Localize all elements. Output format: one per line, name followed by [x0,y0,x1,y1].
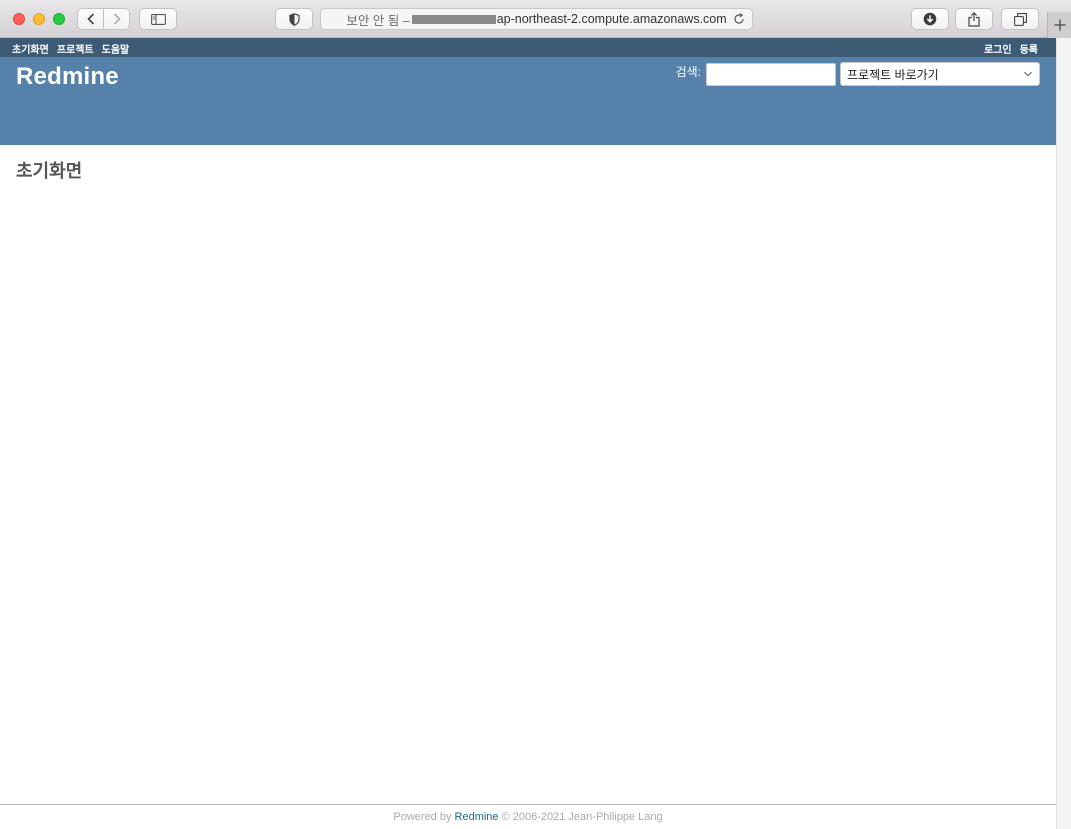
new-tab-button[interactable] [1047,12,1071,38]
history-nav-group [77,8,130,30]
url-host: ap-northeast-2.compute.amazonaws.com [496,12,727,26]
tabs-icon [1013,12,1027,26]
chevron-down-icon [1024,71,1032,77]
page-title: 초기화면 [16,161,83,181]
search-input[interactable] [706,62,836,86]
site-header: Redmine 검색: 프로젝트 바로가기 [0,57,1056,145]
top-menu-help-link[interactable]: 도움말 [102,41,130,56]
vertical-scrollbar[interactable] [1056,38,1071,829]
project-jump-select[interactable]: 프로젝트 바로가기 [840,62,1040,86]
page-viewport: 초기화면 프로젝트 도움말 로그인 등록 Redmine 검색: 프로젝트 바로… [0,38,1056,829]
back-icon [86,13,94,25]
footer-redmine-link[interactable]: Redmine [455,811,499,823]
footer-powered-by: Powered by [393,811,452,823]
security-warning: 보안 안 됨 – [346,13,410,28]
share-icon [968,11,980,27]
reload-icon [734,13,744,24]
top-menu-right: 로그인 등록 [984,41,1038,56]
browser-titlebar: 보안 안 됨 – ap-northeast-2.compute.amazonaw… [0,0,1071,38]
top-menu-left: 초기화면 프로젝트 도움말 [12,41,129,56]
quick-search: 검색: 프로젝트 바로가기 [676,62,1040,86]
top-menu-projects-link[interactable]: 프로젝트 [57,41,94,56]
privacy-report-button[interactable] [275,8,313,30]
forward-button[interactable] [103,9,129,29]
downloads-button[interactable] [911,8,949,30]
plus-icon [1054,19,1065,31]
main-content: 초기화면 [0,145,1056,195]
minimize-window-button[interactable] [33,13,45,25]
register-link[interactable]: 등록 [1020,41,1038,56]
fullscreen-window-button[interactable] [53,13,65,25]
back-button[interactable] [78,9,103,29]
top-menu: 초기화면 프로젝트 도움말 로그인 등록 [0,38,1056,57]
share-button[interactable] [955,8,993,30]
redacted-host [411,14,496,24]
search-label: 검색: [675,64,701,79]
login-link[interactable]: 로그인 [984,41,1012,56]
reload-button[interactable] [732,12,746,26]
shield-icon [288,12,300,26]
forward-icon [113,13,121,25]
project-jump-label: 프로젝트 바로가기 [847,67,939,82]
sidebar-toggle-button[interactable] [139,8,177,30]
sidebar-icon [150,13,166,25]
footer-copyright: © 2006-2021 Jean-Philippe Lang [501,811,663,823]
site-title: Redmine [16,63,119,90]
download-icon [923,12,937,26]
address-bar[interactable]: 보안 안 됨 – ap-northeast-2.compute.amazonaw… [320,8,753,30]
close-window-button[interactable] [13,13,25,25]
show-tabs-button[interactable] [1001,8,1039,30]
page-footer: Powered by Redmine © 2006-2021 Jean-Phil… [0,804,1056,829]
top-menu-home-link[interactable]: 초기화면 [12,41,49,56]
